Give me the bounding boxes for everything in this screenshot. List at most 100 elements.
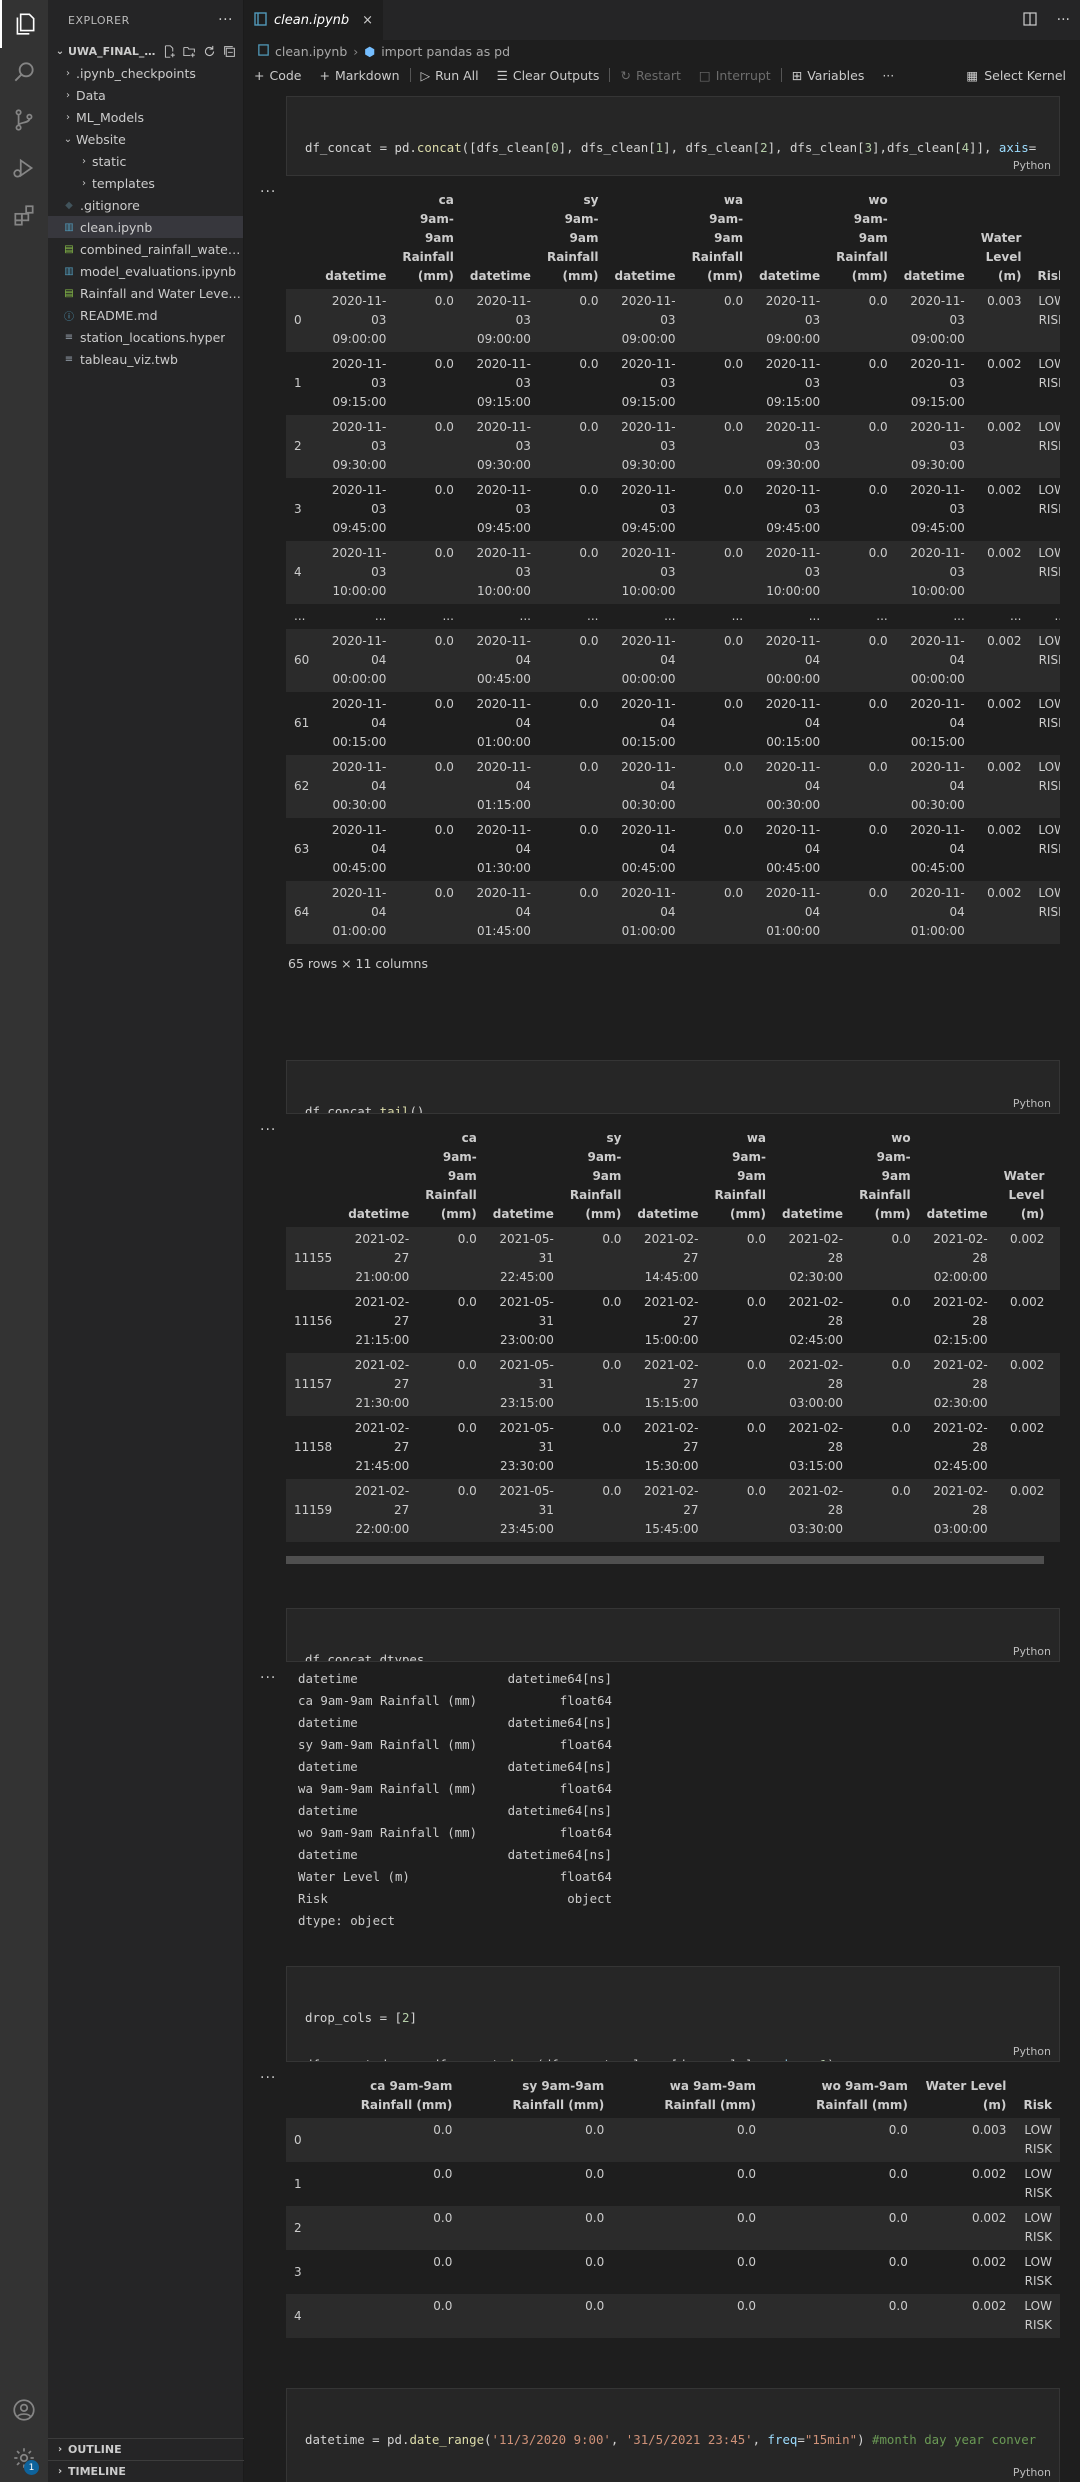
cell-language[interactable]: Python	[1013, 2466, 1051, 2479]
table-cell: 2021-02-27 21:00:00	[340, 1227, 418, 1290]
toolbar-more-button[interactable]: ···	[882, 68, 894, 83]
table-cell: 2020-11-04 00:00:00	[751, 629, 829, 692]
tree-item-tableau-viz-twb[interactable]: ≡ tableau_viz.twb	[48, 348, 243, 370]
table-cell: 0.0	[434, 697, 454, 711]
tab-clean-ipynb[interactable]: clean.ipynb ×	[244, 0, 384, 40]
variables-button[interactable]: ⊞ Variables	[792, 68, 865, 83]
output-more-icon[interactable]: ···	[260, 2070, 276, 2086]
table-cell: 2020-11-03 10:00:00	[895, 541, 973, 604]
tree-item-templates[interactable]: › templates	[48, 172, 243, 194]
table-cell: 0.0	[579, 483, 599, 497]
tree-item-label: tableau_viz.twb	[80, 351, 178, 367]
play-icon: ▷	[420, 67, 431, 83]
table-cell: 2020-11-04 01:00:00	[751, 881, 829, 944]
table-cell: 2021-05-31 23:15:00	[484, 1353, 562, 1416]
table-cell: 0.0	[724, 697, 744, 711]
row-index: 1	[294, 376, 302, 390]
interrupt-label: Interrupt	[715, 67, 771, 83]
explorer-icon[interactable]	[0, 0, 48, 48]
code-cell-tail[interactable]: df_concat.tail() Python	[286, 1060, 1060, 1114]
cell-language[interactable]: Python	[1013, 2045, 1051, 2058]
editor-more-icon[interactable]: ···	[1057, 12, 1070, 30]
table-cell: 0.0	[394, 415, 462, 478]
table-cell: ...	[442, 609, 454, 623]
tree-item-combined-rainfall-water-l[interactable]: ▤ combined_rainfall_water_l...	[48, 238, 243, 260]
table-cell: 2021-02-28 02:30:00	[774, 1227, 852, 1290]
table-cell: 0.002	[971, 2167, 1007, 2181]
cell-language[interactable]: Python	[1013, 1097, 1051, 1110]
restart-button[interactable]: ↻ Restart	[620, 68, 680, 83]
run-debug-icon[interactable]	[0, 144, 48, 192]
output-more-icon[interactable]: ···	[260, 1122, 276, 1138]
output-more-icon[interactable]: ···	[260, 1670, 276, 1686]
tree-item-ipynb-checkpoints[interactable]: › .ipynb_checkpoints	[48, 62, 243, 84]
table-cell: 0.002	[971, 2255, 1007, 2269]
table-cell: 0.0	[394, 881, 462, 944]
code-cell-concat[interactable]: df_concat = pd.concat([dfs_clean[0], dfs…	[286, 96, 1060, 176]
tree-item-ml-models[interactable]: › ML_Models	[48, 106, 243, 128]
table-cell: ...	[519, 609, 531, 623]
refresh-icon[interactable]	[202, 44, 216, 58]
source-control-icon[interactable]	[0, 96, 48, 144]
table-cell: 2020-11-04 00:45:00	[765, 823, 821, 875]
timeline-section[interactable]: › TIMELINE	[48, 2460, 244, 2482]
table-cell: 2021-02-27 22:00:00	[340, 1479, 418, 1542]
add-code-button[interactable]: + Code	[254, 68, 302, 83]
table-cell: 0.002	[995, 1479, 1053, 1542]
settings-gear-icon[interactable]: 1	[0, 2434, 48, 2482]
tree-item-readme-md[interactable]: ⓘ README.md	[48, 304, 243, 326]
table-cell: 0.0	[683, 755, 752, 818]
table-row: 0 2020-11-03 09:00:00 0.0 2020-11-03 09:00:…	[286, 289, 1060, 352]
run-all-label: Run All	[435, 67, 479, 83]
chevron-right-icon: ›	[82, 177, 86, 189]
tree-item-clean-ipynb[interactable]: ▥ clean.ipynb	[48, 216, 243, 238]
table-cell: ...	[953, 609, 965, 623]
table-cell: LOW RISK	[1024, 2255, 1052, 2288]
table-cell: 0.0	[736, 2167, 757, 2181]
table-cell: 0.0	[683, 415, 752, 478]
tree-item-model-evaluations-ipynb[interactable]: ▥ model_evaluations.ipynb	[48, 260, 243, 282]
dtype-column: Water Level (m)	[298, 1869, 410, 1884]
select-kernel-button[interactable]: ▦ Select Kernel	[966, 68, 1066, 83]
tree-item-rainfall-and-water-level-a[interactable]: ▤ Rainfall and Water Level A...	[48, 282, 243, 304]
variables-label: Variables	[807, 67, 865, 83]
output-more-icon[interactable]: ···	[260, 184, 276, 200]
tree-item-static[interactable]: › static	[48, 150, 243, 172]
table-cell: 2020-11-03 09:15:00	[476, 357, 531, 409]
breadcrumb-file[interactable]: clean.ipynb	[275, 44, 347, 59]
clear-outputs-button[interactable]: ☰ Clear Outputs	[497, 68, 600, 83]
new-folder-icon[interactable]	[182, 44, 196, 58]
table-cell: 2021-02-27 15:00:00	[644, 1295, 699, 1347]
tree-item-data[interactable]: › Data	[48, 84, 243, 106]
dtype-row: ca 9am-9am Rainfall (mm) float64	[298, 1690, 698, 1712]
more-actions-icon[interactable]: ···	[218, 12, 233, 28]
add-markdown-button[interactable]: + Markdown	[320, 68, 400, 83]
code-cell-dtypes[interactable]: df_concat.dtypes Python	[286, 1608, 1060, 1662]
chevron-right-icon: ›	[66, 89, 70, 101]
extensions-icon[interactable]	[0, 192, 48, 240]
code-cell-drop[interactable]: drop_cols = [2] df_concat_drop = df_conc…	[286, 1966, 1060, 2062]
horizontal-scrollbar[interactable]	[286, 1556, 1044, 1564]
outline-section[interactable]: › OUTLINE	[48, 2438, 244, 2460]
collapse-all-icon[interactable]	[222, 44, 236, 58]
table-cell: LOW RISK	[1014, 2206, 1060, 2250]
table-cell: 0.0	[868, 483, 888, 497]
tree-item-website[interactable]: ⌄ Website	[48, 128, 243, 150]
accounts-icon[interactable]	[0, 2386, 48, 2434]
run-all-button[interactable]: ▷ Run All	[421, 68, 479, 83]
new-file-icon[interactable]	[162, 44, 176, 58]
stop-icon: □	[698, 67, 711, 83]
tree-item-station-locations-hyper[interactable]: ≡ station_locations.hyper	[48, 326, 243, 348]
notebook-file-icon: ▥	[64, 265, 74, 277]
breadcrumb-symbol[interactable]: import pandas as pd	[381, 44, 510, 59]
cell-language[interactable]: Python	[1013, 1645, 1051, 1658]
code-cell-date-range[interactable]: datetime = pd.date_range('11/3/2020 9:00…	[286, 2388, 1060, 2482]
table-cell: 0.0	[585, 2255, 605, 2269]
interrupt-button[interactable]: □ Interrupt	[699, 68, 771, 83]
workspace-root[interactable]: ⌄ UWA_FINAL_...	[48, 40, 243, 62]
tree-item-gitignore[interactable]: ◆ .gitignore	[48, 194, 243, 216]
search-icon[interactable]	[0, 48, 48, 96]
cell-language[interactable]: Python	[1013, 159, 1051, 172]
split-editor-icon[interactable]	[1023, 12, 1037, 30]
close-tab-icon[interactable]: ×	[362, 13, 373, 28]
